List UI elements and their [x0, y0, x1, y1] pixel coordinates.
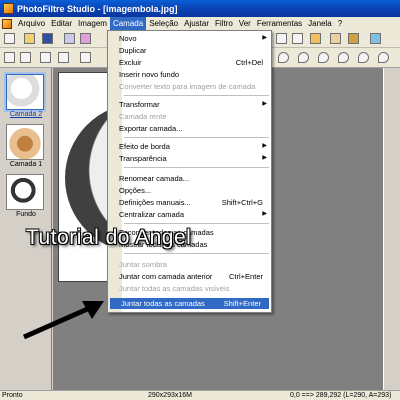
menu-janela[interactable]: Janela	[305, 17, 335, 30]
menu-help[interactable]: ?	[335, 17, 345, 30]
menu-item[interactable]: Transparência ▶	[108, 153, 271, 164]
status-text: Pronto	[2, 392, 23, 399]
clip-icon[interactable]	[276, 33, 287, 44]
menu-separator	[124, 95, 269, 96]
brightness-icon[interactable]	[40, 52, 51, 63]
drop-icon[interactable]	[298, 52, 309, 63]
menu-item[interactable]: Juntar com camada anterior Ctrl+Enter	[108, 271, 271, 282]
menu-selecao[interactable]: Seleção	[146, 17, 181, 30]
menu-imagem[interactable]: Imagem	[75, 17, 110, 30]
layer-label: Camada 1	[9, 161, 43, 168]
menu-item[interactable]: Opções...	[108, 185, 271, 196]
menu-item[interactable]: Efeito de borda ▶	[108, 141, 271, 152]
menu-item: Camada rente	[119, 112, 167, 121]
window-title: PhotoFiltre Studio - [imagembola.jpg]	[17, 3, 178, 14]
menu-item[interactable]: Definições manuais... Shift+Ctrl+G	[108, 197, 271, 208]
save-icon[interactable]	[42, 33, 53, 44]
menu-item[interactable]: Centralizar camada ▶	[108, 209, 271, 220]
menu-item: Juntar sombra	[119, 260, 167, 269]
print-icon[interactable]	[64, 33, 75, 44]
drop-icon[interactable]	[278, 52, 289, 63]
arrow-pointer-icon	[22, 301, 104, 340]
menu-item-juntar-todas[interactable]: Juntar todas as camadas Shift+Enter	[110, 298, 269, 309]
status-bar: Pronto 290x293x16M 0,0 ==> 289,292 (L=29…	[0, 390, 400, 400]
menu-editar[interactable]: Editar	[48, 17, 75, 30]
menu-item[interactable]: Inserir novo fundo	[108, 69, 271, 80]
drop-icon[interactable]	[358, 52, 369, 63]
coordinates-text: 0,0 ==> 289,292 (L=290, A=293)	[290, 392, 392, 399]
tool-icon[interactable]	[370, 33, 381, 44]
menu-camada[interactable]: Camada	[109, 17, 147, 30]
chevron-right-icon: ▶	[262, 155, 267, 161]
document-icon[interactable]	[2, 18, 12, 29]
menu-item[interactable]: Exportar camada...	[108, 123, 271, 134]
animals-icon[interactable]	[310, 33, 321, 44]
layer-label: Camada 2	[9, 111, 43, 118]
new-file-icon[interactable]	[4, 33, 15, 44]
chevron-right-icon: ▶	[262, 101, 267, 107]
drop-icon[interactable]	[338, 52, 349, 63]
menu-ferramentas[interactable]: Ferramentas	[254, 17, 305, 30]
app-icon	[3, 3, 14, 14]
color-icon[interactable]	[80, 52, 91, 63]
layer-thumb-fundo[interactable]	[6, 174, 44, 210]
menu-separator	[124, 137, 269, 138]
menu-ver[interactable]: Ver	[236, 17, 254, 30]
title-bar: PhotoFiltre Studio - [imagembola.jpg]	[0, 0, 400, 17]
menu-item[interactable]: Novo ▶	[108, 33, 271, 44]
drop-icon[interactable]	[318, 52, 329, 63]
menu-item: Juntar todas as camadas visíveis	[119, 284, 230, 293]
image-size-text: 290x293x16M	[148, 392, 192, 399]
menu-item[interactable]: Transformar ▶	[108, 99, 271, 110]
menu-item[interactable]: Renomear camada...	[108, 173, 271, 184]
contrast-icon[interactable]	[58, 52, 69, 63]
camada-menu: Novo ▶ Duplicar Excluir Ctrl+Del Inserir n…	[107, 30, 272, 313]
layer-thumb-camada-2[interactable]	[6, 74, 44, 110]
menu-separator	[124, 223, 269, 224]
menu-item[interactable]: Duplicar	[108, 45, 271, 56]
menu-bar: Arquivo Editar Imagem Camada Seleção Aju…	[0, 17, 400, 30]
text-icon[interactable]	[292, 33, 303, 44]
chevron-right-icon: ▶	[262, 35, 267, 41]
menu-separator	[124, 167, 269, 168]
menu-arquivo[interactable]: Arquivo	[15, 17, 48, 30]
drop-icon[interactable]	[378, 52, 389, 63]
scan-icon[interactable]	[80, 33, 91, 44]
menu-item: Converter texto para imagem de camada	[119, 82, 256, 91]
layer-label: Fundo	[16, 211, 36, 218]
menu-ajustar[interactable]: Ajustar	[181, 17, 212, 30]
menu-item[interactable]: Excluir Ctrl+Del	[108, 57, 271, 68]
select-icon[interactable]	[20, 52, 31, 63]
chevron-right-icon: ▶	[262, 211, 267, 217]
watermark-text: Tutorial do Angel	[26, 226, 192, 249]
layer-thumb-camada-1[interactable]	[6, 124, 44, 160]
bag-icon[interactable]	[348, 33, 359, 44]
right-panel	[383, 68, 400, 390]
menu-separator	[124, 253, 269, 254]
menu-filtro[interactable]: Filtro	[212, 17, 236, 30]
chevron-right-icon: ▶	[262, 143, 267, 149]
image-icon[interactable]	[330, 33, 341, 44]
open-folder-icon[interactable]	[24, 33, 35, 44]
magnify-icon[interactable]	[4, 52, 15, 63]
